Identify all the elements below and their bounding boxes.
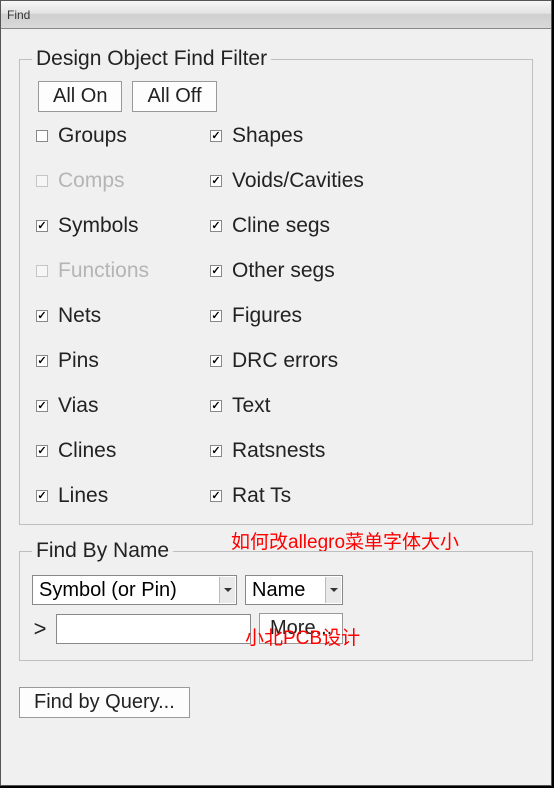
checkbox-icon[interactable]: ✓ <box>36 490 48 502</box>
check-lines[interactable]: ✓ Lines <box>36 484 206 508</box>
find-name-input[interactable] <box>56 614 251 644</box>
more-button[interactable]: More... <box>259 613 343 644</box>
check-vias[interactable]: ✓ Vias <box>36 394 206 418</box>
check-figures[interactable]: ✓ Figures <box>210 304 430 328</box>
checkbox-icon[interactable]: ✓ <box>210 355 222 367</box>
window-title: Find <box>7 8 30 22</box>
type-select[interactable]: Symbol (or Pin) <box>32 575 237 605</box>
check-functions: Functions <box>36 259 206 283</box>
check-other-segs[interactable]: ✓ Other segs <box>210 259 430 283</box>
checkbox-label: Functions <box>58 259 149 283</box>
design-object-find-filter: Design Object Find Filter All On All Off… <box>19 47 533 525</box>
checkbox-icon[interactable]: ✓ <box>210 265 222 277</box>
check-nets[interactable]: ✓ Nets <box>36 304 206 328</box>
checkbox-label: Clines <box>58 439 116 463</box>
checkbox-label: Vias <box>58 394 98 418</box>
check-groups[interactable]: Groups <box>36 124 206 148</box>
dropdown-arrow-icon <box>219 577 235 603</box>
find-by-name-wrap: 如何改allegro菜单字体大小 Find By Name 小北PCB设计 Sy… <box>19 539 533 661</box>
checkbox-label: Lines <box>58 484 108 508</box>
gt-label: > <box>32 616 48 642</box>
checkbox-label: Symbols <box>58 214 139 238</box>
find-by-name-row1: Symbol (or Pin) Name <box>32 575 520 605</box>
checkbox-icon[interactable]: ✓ <box>210 445 222 457</box>
checkbox-icon[interactable]: ✓ <box>36 220 48 232</box>
all-off-button[interactable]: All Off <box>132 81 216 112</box>
find-by-query-button[interactable]: Find by Query... <box>19 687 190 718</box>
checkbox-label: DRC errors <box>232 349 338 373</box>
type-select-value: Symbol (or Pin) <box>39 579 177 602</box>
find-window: Find Design Object Find Filter All On Al… <box>0 0 552 786</box>
checkbox-icon[interactable]: ✓ <box>210 310 222 322</box>
checkbox-icon[interactable]: ✓ <box>36 310 48 322</box>
check-rat-ts[interactable]: ✓ Rat Ts <box>210 484 430 508</box>
dropdown-arrow-icon <box>325 577 341 603</box>
checkbox-icon <box>36 175 48 187</box>
checkbox-label: Voids/Cavities <box>232 169 364 193</box>
check-clines[interactable]: ✓ Clines <box>36 439 206 463</box>
check-comps: Comps <box>36 169 206 193</box>
check-drc-errors[interactable]: ✓ DRC errors <box>210 349 430 373</box>
checkbox-icon[interactable] <box>36 130 48 142</box>
checkbox-label: Comps <box>58 169 125 193</box>
checkbox-icon[interactable]: ✓ <box>36 355 48 367</box>
filter-legend: Design Object Find Filter <box>32 47 271 71</box>
all-on-button[interactable]: All On <box>38 81 122 112</box>
checkbox-label: Nets <box>58 304 101 328</box>
checkbox-icon[interactable]: ✓ <box>210 400 222 412</box>
name-select[interactable]: Name <box>245 575 343 605</box>
check-symbols[interactable]: ✓ Symbols <box>36 214 206 238</box>
name-select-value: Name <box>252 579 305 602</box>
check-pins[interactable]: ✓ Pins <box>36 349 206 373</box>
find-by-name-legend: Find By Name <box>32 539 173 563</box>
titlebar: Find <box>1 1 551 29</box>
filter-checks-grid: Groups ✓ Shapes Comps ✓ Voids/Cavities ✓ Symbol… <box>32 124 520 508</box>
checkbox-icon[interactable]: ✓ <box>36 400 48 412</box>
checkbox-label: Figures <box>232 304 302 328</box>
checkbox-icon[interactable]: ✓ <box>36 445 48 457</box>
checkbox-icon[interactable]: ✓ <box>210 220 222 232</box>
checkbox-icon[interactable]: ✓ <box>210 490 222 502</box>
content: Design Object Find Filter All On All Off… <box>1 29 551 728</box>
check-text[interactable]: ✓ Text <box>210 394 430 418</box>
check-voids-cavities[interactable]: ✓ Voids/Cavities <box>210 169 430 193</box>
find-by-name-row2: > More... <box>32 613 520 644</box>
checkbox-label: Pins <box>58 349 99 373</box>
check-cline-segs[interactable]: ✓ Cline segs <box>210 214 430 238</box>
query-row: Find by Query... <box>19 687 533 718</box>
checkbox-label: Groups <box>58 124 127 148</box>
checkbox-icon <box>36 265 48 277</box>
checkbox-label: Cline segs <box>232 214 330 238</box>
find-by-name: Find By Name 小北PCB设计 Symbol (or Pin) Nam… <box>19 539 533 661</box>
checkbox-label: Ratsnests <box>232 439 325 463</box>
checkbox-label: Text <box>232 394 271 418</box>
checkbox-icon[interactable]: ✓ <box>210 175 222 187</box>
checkbox-label: Rat Ts <box>232 484 291 508</box>
check-shapes[interactable]: ✓ Shapes <box>210 124 430 148</box>
checkbox-label: Other segs <box>232 259 335 283</box>
checkbox-icon[interactable]: ✓ <box>210 130 222 142</box>
filter-button-row: All On All Off <box>38 81 520 112</box>
check-ratsnests[interactable]: ✓ Ratsnests <box>210 439 430 463</box>
checkbox-label: Shapes <box>232 124 303 148</box>
